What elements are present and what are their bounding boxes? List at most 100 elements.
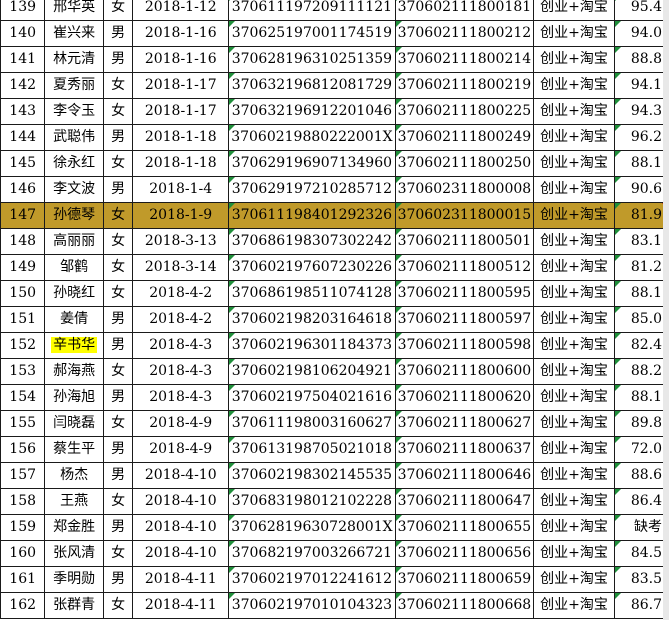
- table-row[interactable]: 146 李文波男 2018-1-4 370629197210285712 3706023…: [0, 176, 669, 203]
- row-number-cell[interactable]: 161: [0, 566, 46, 593]
- score-cell[interactable]: 84.5: [613, 540, 669, 567]
- id-card-cell[interactable]: 370602198106204921: [228, 358, 396, 385]
- account-cell[interactable]: 370602111800597: [394, 306, 535, 333]
- program-cell[interactable]: 创业+淘宝: [533, 202, 615, 229]
- id-card-cell[interactable]: 370632196812081729: [228, 72, 396, 99]
- program-cell[interactable]: 创业+淘宝: [533, 592, 615, 619]
- date-cell[interactable]: 2018-1-17: [132, 72, 230, 99]
- score-cell[interactable]: 83.1: [613, 228, 669, 255]
- gender-cell[interactable]: 女: [102, 358, 134, 385]
- gender-cell[interactable]: 男: [102, 566, 134, 593]
- table-row[interactable]: 141 林元清男 2018-1-16 370628196310251359 370602…: [0, 46, 669, 73]
- row-number-cell[interactable]: 145: [0, 150, 46, 177]
- gender-cell[interactable]: 男: [102, 124, 134, 151]
- table-row[interactable]: 156 蔡生平男 2018-4-9 370613198705021018 3706021…: [0, 436, 669, 463]
- program-cell[interactable]: 创业+淘宝: [533, 488, 615, 515]
- date-cell[interactable]: 2018-4-10: [132, 514, 230, 541]
- account-cell[interactable]: 370602111800646: [394, 462, 535, 489]
- score-cell[interactable]: 85.0: [613, 306, 669, 333]
- date-cell[interactable]: 2018-4-9: [132, 436, 230, 463]
- date-cell[interactable]: 2018-4-3: [132, 358, 230, 385]
- row-number-cell[interactable]: 162: [0, 592, 46, 619]
- account-cell[interactable]: 370602311800008: [394, 176, 535, 203]
- id-card-cell[interactable]: 37062819630728001X: [228, 514, 396, 541]
- table-row[interactable]: 162 张群青女 2018-4-11 370602197010104323 370602…: [0, 592, 669, 619]
- score-cell[interactable]: 88.8: [613, 46, 669, 73]
- program-cell[interactable]: 创业+淘宝: [533, 462, 615, 489]
- date-cell[interactable]: 2018-4-3: [132, 384, 230, 411]
- gender-cell[interactable]: 女: [102, 228, 134, 255]
- row-number-cell[interactable]: 151: [0, 306, 46, 333]
- score-cell[interactable]: 缺考: [613, 514, 669, 541]
- gender-cell[interactable]: 男: [102, 46, 134, 73]
- name-cell[interactable]: 王燕: [44, 488, 104, 515]
- table-row[interactable]: 139 邢华英女 2018-1-12 370611197209111121 370602…: [0, 0, 669, 21]
- name-cell[interactable]: 郝海燕: [44, 358, 104, 385]
- id-card-cell[interactable]: 370613198705021018: [228, 436, 396, 463]
- row-number-cell[interactable]: 142: [0, 72, 46, 99]
- score-cell[interactable]: 86.4: [613, 488, 669, 515]
- score-cell[interactable]: 88.1: [613, 384, 669, 411]
- account-cell[interactable]: 370602111800668: [394, 592, 535, 619]
- name-cell[interactable]: 李文波: [44, 176, 104, 203]
- date-cell[interactable]: 2018-1-18: [132, 150, 230, 177]
- name-cell[interactable]: 闫晓磊: [44, 410, 104, 437]
- program-cell[interactable]: 创业+淘宝: [533, 410, 615, 437]
- date-cell[interactable]: 2018-4-2: [132, 306, 230, 333]
- gender-cell[interactable]: 男: [102, 514, 134, 541]
- date-cell[interactable]: 2018-1-4: [132, 176, 230, 203]
- row-number-cell[interactable]: 148: [0, 228, 46, 255]
- score-cell[interactable]: 94.0: [613, 20, 669, 47]
- date-cell[interactable]: 2018-1-17: [132, 98, 230, 125]
- row-number-cell[interactable]: 143: [0, 98, 46, 125]
- id-card-cell[interactable]: 370602197010104323: [228, 592, 396, 619]
- score-cell[interactable]: 88.6: [613, 462, 669, 489]
- date-cell[interactable]: 2018-4-11: [132, 592, 230, 619]
- name-cell[interactable]: 张群青: [44, 592, 104, 619]
- row-number-cell[interactable]: 155: [0, 410, 46, 437]
- program-cell[interactable]: 创业+淘宝: [533, 306, 615, 333]
- name-cell[interactable]: 姜倩: [44, 306, 104, 333]
- id-card-cell[interactable]: 370611197209111121: [228, 0, 396, 21]
- date-cell[interactable]: 2018-3-14: [132, 254, 230, 281]
- program-cell[interactable]: 创业+淘宝: [533, 332, 615, 359]
- account-cell[interactable]: 370602111800595: [394, 280, 535, 307]
- score-cell[interactable]: 72.0: [613, 436, 669, 463]
- date-cell[interactable]: 2018-1-12: [132, 0, 230, 21]
- row-number-cell[interactable]: 156: [0, 436, 46, 463]
- name-cell[interactable]: 孙晓红: [44, 280, 104, 307]
- table-row[interactable]: 158 王燕女 2018-4-10 370683198012102228 3706021…: [0, 488, 669, 515]
- table-row[interactable]: 142 夏秀丽女 2018-1-17 370632196812081729 370602…: [0, 72, 669, 99]
- date-cell[interactable]: 2018-1-18: [132, 124, 230, 151]
- score-cell[interactable]: 94.1: [613, 72, 669, 99]
- table-row[interactable]: 155 闫晓磊女 2018-4-9 370611198003160627 3706021…: [0, 410, 669, 437]
- row-number-cell[interactable]: 150: [0, 280, 46, 307]
- score-cell[interactable]: 83.5: [613, 566, 669, 593]
- gender-cell[interactable]: 男: [102, 436, 134, 463]
- account-cell[interactable]: 370602111800656: [394, 540, 535, 567]
- gender-cell[interactable]: 女: [102, 202, 134, 229]
- name-cell[interactable]: 孙海旭: [44, 384, 104, 411]
- date-cell[interactable]: 2018-3-13: [132, 228, 230, 255]
- name-cell[interactable]: 辛书华: [44, 332, 104, 359]
- name-cell[interactable]: 张风清: [44, 540, 104, 567]
- score-cell[interactable]: 88.2: [613, 358, 669, 385]
- row-number-cell[interactable]: 153: [0, 358, 46, 385]
- table-row[interactable]: 140 崔兴来男 2018-1-16 370625197001174519 370602…: [0, 20, 669, 47]
- date-cell[interactable]: 2018-1-9: [132, 202, 230, 229]
- row-number-cell[interactable]: 152: [0, 332, 46, 359]
- program-cell[interactable]: 创业+淘宝: [533, 46, 615, 73]
- gender-cell[interactable]: 男: [102, 384, 134, 411]
- row-number-cell[interactable]: 146: [0, 176, 46, 203]
- id-card-cell[interactable]: 370602197504021616: [228, 384, 396, 411]
- gender-cell[interactable]: 男: [102, 332, 134, 359]
- name-cell[interactable]: 崔兴来: [44, 20, 104, 47]
- account-cell[interactable]: 370602111800637: [394, 436, 535, 463]
- table-row[interactable]: 153 郝海燕女 2018-4-3 370602198106204921 3706021…: [0, 358, 669, 385]
- program-cell[interactable]: 创业+淘宝: [533, 358, 615, 385]
- id-card-cell[interactable]: 370625197001174519: [228, 20, 396, 47]
- name-cell[interactable]: 林元清: [44, 46, 104, 73]
- id-card-cell[interactable]: 370683198012102228: [228, 488, 396, 515]
- program-cell[interactable]: 创业+淘宝: [533, 20, 615, 47]
- id-card-cell[interactable]: 370682197003266721: [228, 540, 396, 567]
